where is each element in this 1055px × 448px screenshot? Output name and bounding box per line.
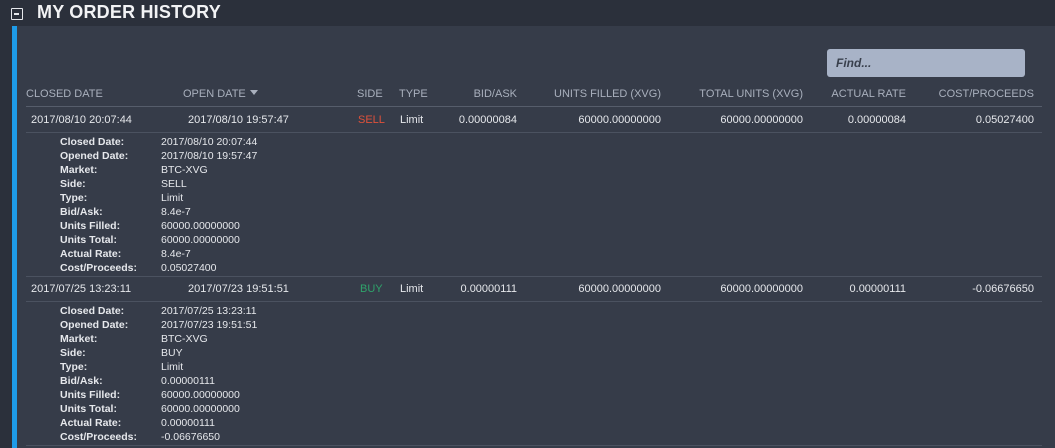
column-header-type[interactable]: TYPE	[399, 88, 428, 100]
cell-total-units: 60000.00000000	[720, 114, 803, 126]
detail-value-opened-date: 2017/07/23 19:51:51	[161, 319, 258, 331]
detail-value-cost-proceeds: -0.06676650	[161, 431, 220, 443]
column-header-open-date[interactable]: OPEN DATE	[183, 88, 258, 100]
column-header-bid-ask[interactable]: BID/ASK	[430, 88, 517, 100]
row-divider	[26, 132, 1042, 133]
cell-side: SELL	[358, 114, 385, 126]
detail-value-units-total: 60000.00000000	[161, 234, 240, 246]
detail-label-units-total: Units Total:	[60, 403, 117, 415]
accent-bar	[12, 26, 17, 448]
cell-side: BUY	[360, 283, 383, 295]
detail-label-units-total: Units Total:	[60, 234, 117, 246]
cell-cost-proceeds: -0.06676650	[972, 283, 1034, 295]
detail-value-opened-date: 2017/08/10 19:57:47	[161, 150, 258, 162]
detail-label-side: Side:	[60, 178, 86, 190]
cell-bid-ask: 0.00000084	[458, 114, 517, 126]
column-header-side[interactable]: SIDE	[357, 88, 383, 100]
detail-label-market: Market:	[60, 164, 98, 176]
detail-value-side: SELL	[161, 178, 187, 190]
detail-label-bid-ask: Bid/Ask:	[60, 375, 103, 387]
section-header: MY ORDER HISTORY	[0, 0, 1055, 26]
detail-value-bid-ask: 8.4e-7	[161, 206, 191, 218]
cell-cost-proceeds: 0.05027400	[975, 114, 1034, 126]
row-divider	[26, 276, 1042, 277]
detail-label-market: Market:	[60, 333, 98, 345]
detail-label-closed-date: Closed Date:	[60, 136, 125, 148]
cell-open-date: 2017/07/23 19:51:51	[188, 283, 289, 295]
detail-value-type: Limit	[161, 192, 184, 204]
detail-value-actual-rate: 0.00000111	[161, 417, 215, 429]
cell-actual-rate: 0.00000084	[847, 114, 906, 126]
column-header-open-date-label: OPEN DATE	[183, 88, 246, 100]
column-header-cost-proceeds[interactable]: COST/PROCEEDS	[910, 88, 1034, 100]
detail-label-actual-rate: Actual Rate:	[60, 417, 122, 429]
detail-label-type: Type:	[60, 192, 88, 204]
collapse-icon[interactable]	[11, 8, 23, 20]
search-input[interactable]	[827, 49, 1025, 77]
page-title: MY ORDER HISTORY	[37, 2, 221, 22]
detail-value-market: BTC-XVG	[161, 164, 208, 176]
sort-descending-icon	[249, 90, 258, 95]
detail-value-closed-date: 2017/08/10 20:07:44	[161, 136, 258, 148]
cell-units-filled: 60000.00000000	[578, 114, 661, 126]
detail-value-market: BTC-XVG	[161, 333, 208, 345]
detail-label-opened-date: Opened Date:	[60, 319, 129, 331]
detail-label-opened-date: Opened Date:	[60, 150, 129, 162]
cell-type: Limit	[400, 283, 424, 295]
detail-label-units-filled: Units Filled:	[60, 389, 121, 401]
detail-value-units-total: 60000.00000000	[161, 403, 240, 415]
cell-type: Limit	[400, 114, 424, 126]
detail-value-bid-ask: 0.00000111	[161, 375, 215, 387]
detail-value-side: BUY	[161, 347, 183, 359]
column-header-actual-rate[interactable]: ACTUAL RATE	[810, 88, 906, 100]
cell-units-filled: 60000.00000000	[578, 283, 661, 295]
row-divider	[26, 445, 1042, 446]
detail-label-cost-proceeds: Cost/Proceeds:	[60, 431, 138, 443]
detail-value-type: Limit	[161, 361, 184, 373]
cell-closed-date: 2017/07/25 13:23:11	[31, 283, 132, 295]
detail-label-cost-proceeds: Cost/Proceeds:	[60, 262, 138, 274]
cell-closed-date: 2017/08/10 20:07:44	[31, 114, 132, 126]
cell-actual-rate: 0.00000111	[849, 283, 906, 295]
row-divider	[26, 301, 1042, 302]
detail-value-actual-rate: 8.4e-7	[161, 248, 191, 260]
detail-label-actual-rate: Actual Rate:	[60, 248, 122, 260]
cell-total-units: 60000.00000000	[720, 283, 803, 295]
cell-open-date: 2017/08/10 19:57:47	[188, 114, 289, 126]
column-header-units-filled[interactable]: UNITS FILLED (XVG)	[520, 88, 661, 100]
detail-label-side: Side:	[60, 347, 86, 359]
detail-label-units-filled: Units Filled:	[60, 220, 121, 232]
detail-value-units-filled: 60000.00000000	[161, 220, 240, 232]
detail-label-closed-date: Closed Date:	[60, 305, 125, 317]
column-header-total-units[interactable]: TOTAL UNITS (XVG)	[670, 88, 803, 100]
detail-value-cost-proceeds: 0.05027400	[161, 262, 217, 274]
detail-label-bid-ask: Bid/Ask:	[60, 206, 103, 218]
cell-bid-ask: 0.00000111	[460, 283, 517, 295]
detail-value-closed-date: 2017/07/25 13:23:11	[161, 305, 257, 317]
column-header-closed-date[interactable]: CLOSED DATE	[26, 88, 103, 100]
detail-label-type: Type:	[60, 361, 88, 373]
detail-value-units-filled: 60000.00000000	[161, 389, 240, 401]
header-divider	[26, 106, 1042, 107]
